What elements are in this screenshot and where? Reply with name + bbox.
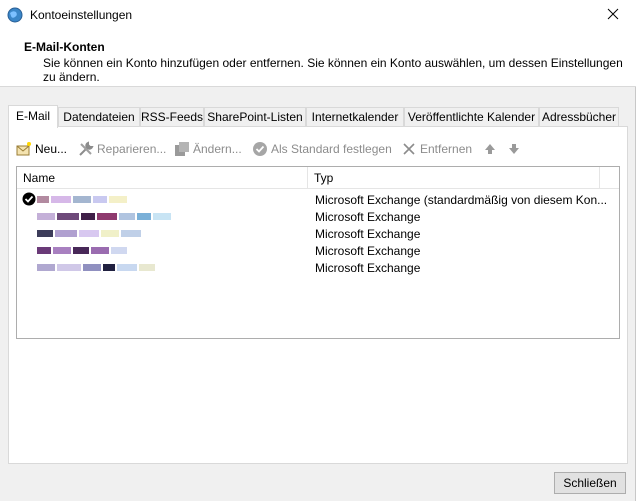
arrow-up-icon [482,141,498,157]
window-title: Kontoeinstellungen [30,8,133,22]
table-row[interactable]: Microsoft Exchange [17,260,619,277]
set-default-button-label: Als Standard festlegen [271,142,392,156]
set-default-button[interactable]: Als Standard festlegen [252,139,392,159]
edit-icon [174,141,190,157]
column-header-name[interactable]: Name [17,167,307,189]
tab-address-books[interactable]: Adressbücher [539,107,619,127]
close-dialog-button[interactable]: Schließen [554,472,626,494]
arrow-down-icon [506,141,522,157]
section-title: E-Mail-Konten [24,40,105,54]
remove-button[interactable]: Entfernen [401,139,472,159]
account-settings-window: Kontoeinstellungen E-Mail-Konten Sie kön… [0,0,636,501]
redacted-account-name [37,230,142,237]
list-rows: Microsoft Exchange (standardmäßig von di… [17,192,619,277]
checkmark-icon [22,192,36,206]
tab-rss-feeds[interactable]: RSS-Feeds [140,107,204,127]
account-type: Microsoft Exchange [315,244,421,258]
redacted-account-name [37,213,172,220]
title-bar: Kontoeinstellungen [0,0,636,30]
move-up-button[interactable] [482,139,498,159]
list-header: Name Typ [17,167,619,189]
tab-sharepoint-lists[interactable]: SharePoint-Listen [204,107,306,127]
account-type: Microsoft Exchange [315,210,421,224]
column-header-type[interactable]: Typ [308,167,598,189]
account-list[interactable]: Name Typ Microsoft Exchange (standardmäß… [16,166,620,339]
new-mail-icon [16,141,32,157]
check-circle-icon [252,141,268,157]
change-button[interactable]: Ändern... [174,139,242,159]
account-type: Microsoft Exchange [315,261,421,275]
new-button[interactable]: Neu... [16,139,67,159]
redacted-account-name [37,264,157,271]
tab-internet-calendars[interactable]: Internetkalender [306,107,404,127]
move-down-button[interactable] [506,139,522,159]
change-button-label: Ändern... [193,142,242,156]
x-icon [401,141,417,157]
tab-published-calendars[interactable]: Veröffentlichte Kalender [404,107,539,127]
close-icon [607,8,619,23]
tab-email[interactable]: E-Mail [8,105,58,128]
wrench-icon [78,141,94,157]
section-description: Sie können ein Konto hinzufügen oder ent… [43,56,623,84]
new-button-label: Neu... [35,142,68,156]
repair-button-label: Reparieren... [97,142,167,156]
globe-icon [7,7,23,23]
column-separator[interactable] [599,167,600,189]
remove-button-label: Entfernen [420,142,473,156]
table-row[interactable]: Microsoft Exchange [17,209,619,226]
account-type: Microsoft Exchange (standardmäßig von di… [315,193,608,207]
repair-button[interactable]: Reparieren... [78,139,166,159]
redacted-account-name [37,196,127,203]
redacted-account-name [37,247,127,254]
table-row[interactable]: Microsoft Exchange [17,226,619,243]
close-button[interactable] [590,0,636,30]
table-row[interactable]: Microsoft Exchange (standardmäßig von di… [17,192,619,209]
dialog-header: E-Mail-Konten Sie können ein Konto hinzu… [0,30,636,87]
table-row[interactable]: Microsoft Exchange [17,243,619,260]
account-type: Microsoft Exchange [315,227,421,241]
tab-data-files[interactable]: Datendateien [58,107,140,127]
